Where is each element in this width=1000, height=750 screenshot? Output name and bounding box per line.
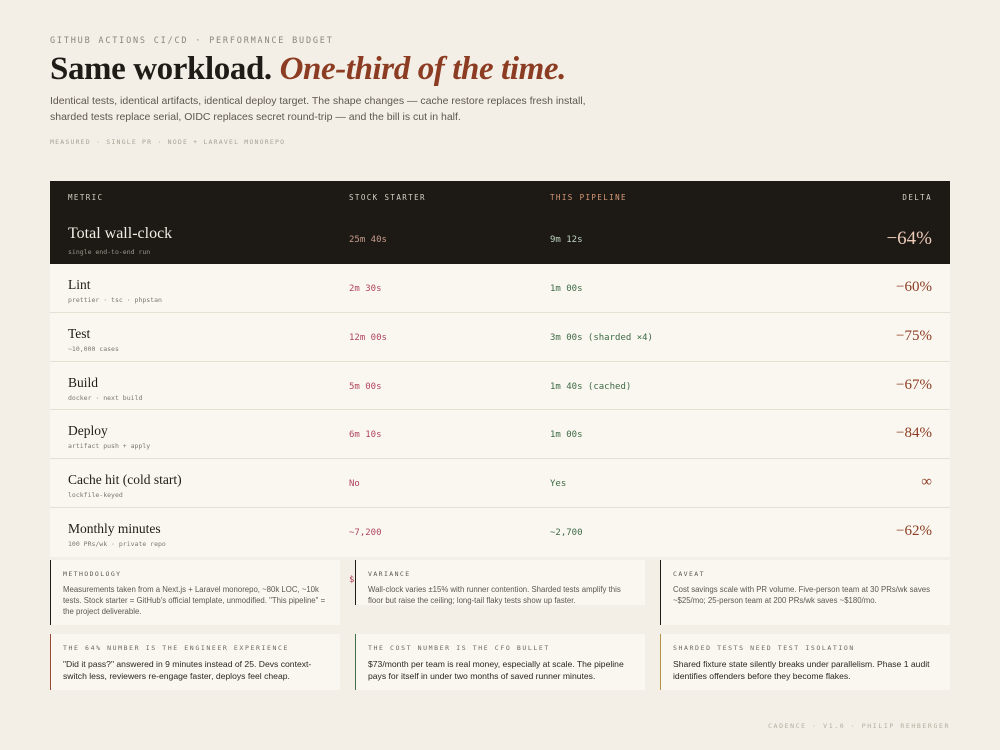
metric-sub: ~10,000 cases: [68, 344, 119, 353]
note-label: CAVEAT: [673, 570, 705, 578]
delta-value: −62%: [896, 522, 932, 539]
callout-test-isolation: SHARDED TESTS NEED TEST ISOLATION Shared…: [660, 634, 950, 690]
stock-value: 12m 00s: [349, 332, 387, 343]
pipeline-value: 1m 00s: [550, 284, 583, 294]
callout-label: SHARDED TESTS NEED TEST ISOLATION: [673, 644, 855, 652]
note-body: Measurements taken from a Next.js + Lara…: [63, 585, 326, 617]
stock-value: 6m 10s: [349, 430, 382, 441]
page-subtitle: Identical tests, identical artifacts, id…: [50, 95, 586, 123]
note-label: VARIANCE: [368, 570, 411, 578]
page-title: Same workload. One-third of the time.: [50, 51, 566, 88]
header-stock: STOCK STARTER: [349, 193, 426, 202]
metric-name: Total wall-clock: [68, 225, 173, 242]
callout-body: "Did it pass?" answered in 9 minutes ins…: [63, 659, 312, 681]
pipeline-value: 1m 00s: [550, 430, 583, 441]
note-label: METHODOLOGY: [63, 570, 122, 578]
stock-value: 5m 00s: [349, 381, 382, 392]
stock-value: No: [349, 479, 360, 490]
table-row: Cache hit (cold start) lockfile-keyed No…: [50, 459, 950, 508]
metric-name: Monthly minutes: [68, 520, 161, 536]
stock-value: 2m 30s: [349, 284, 382, 294]
table-row: Build docker · next build 5m 00s 1m 40s …: [50, 361, 950, 411]
table-row-total: Total wall-clock single end-to-end run 2…: [50, 214, 950, 264]
title-accent: One-third of the time.: [279, 51, 567, 87]
header-metric: METRIC: [68, 193, 104, 202]
note-caveat: CAVEAT Cost savings scale with PR volume…: [660, 560, 950, 625]
metric-sub: docker · next build: [68, 393, 143, 402]
note-variance: VARIANCE Wall-clock varies ±15% with run…: [355, 560, 645, 605]
note-body: Wall-clock varies ±15% with runner conte…: [368, 585, 621, 606]
title-main: Same workload.: [50, 51, 280, 87]
stock-value: ~7,200: [349, 527, 382, 538]
pipeline-value: 9m 12s: [550, 235, 583, 245]
callout-label: THE COST NUMBER IS THE CFO BULLET: [368, 644, 550, 652]
comparison-table: METRIC STOCK STARTER THIS PIPELINE DELTA…: [50, 181, 950, 557]
metric-name: Lint: [68, 277, 91, 292]
page-eyebrow: GITHUB ACTIONS CI/CD · PERFORMANCE BUDGE…: [50, 36, 334, 46]
metric-name: Cache hit (cold start): [68, 472, 182, 488]
delta-value: −64%: [886, 228, 932, 249]
metric-sub: 100 PRs/wk · private repo: [68, 539, 166, 548]
table-row: Lint prettier · tsc · phpstan 2m 30s 1m …: [50, 264, 950, 313]
note-body: Cost savings scale with PR volume. Five-…: [673, 585, 930, 606]
table-row: Monthly minutes 100 PRs/wk · private rep…: [50, 507, 950, 557]
metric-sub: artifact push + apply: [68, 442, 151, 451]
metric-sub: single end-to-end run: [68, 248, 151, 256]
measured-note: MEASURED · SINGLE PR · NODE + LARAVEL MO…: [50, 138, 286, 146]
callout-label: THE 64% NUMBER IS THE ENGINEER EXPERIENC…: [63, 644, 290, 652]
footer-credit: CADENCE · V1.0 · PHILIP REHBERGER: [768, 722, 950, 730]
callout-body: $73/month per team is real money, especi…: [368, 659, 624, 681]
pipeline-value: Yes: [550, 479, 567, 490]
note-methodology: METHODOLOGY Measurements taken from a Ne…: [50, 560, 340, 625]
ghost-currency-mark: $: [349, 575, 355, 585]
pipeline-value: 3m 00s (sharded ×4): [550, 332, 653, 343]
delta-value: −84%: [896, 425, 932, 442]
table-row: Test ~10,000 cases 12m 00s 3m 00s (shard…: [50, 312, 950, 362]
callout-cfo-bullet: THE COST NUMBER IS THE CFO BULLET $73/mo…: [355, 634, 645, 690]
callout-body: Shared fixture state silently breaks und…: [673, 659, 930, 681]
metric-sub: lockfile-keyed: [68, 491, 123, 500]
pipeline-value: 1m 40s (cached): [550, 381, 632, 392]
delta-value: −60%: [896, 279, 932, 295]
delta-value: ∞: [921, 474, 932, 491]
metric-name: Build: [68, 374, 99, 390]
pipeline-value: ~2,700: [550, 527, 583, 538]
stock-value: 25m 40s: [349, 235, 387, 245]
metric-name: Test: [68, 325, 91, 341]
table-row: Deploy artifact push + apply 6m 10s 1m 0…: [50, 410, 950, 460]
metric-sub: prettier · tsc · phpstan: [68, 296, 162, 304]
header-pipeline: THIS PIPELINE: [550, 193, 627, 202]
callout-engineer-experience: THE 64% NUMBER IS THE ENGINEER EXPERIENC…: [50, 634, 340, 690]
header-delta: DELTA: [902, 193, 932, 202]
table-header: METRIC STOCK STARTER THIS PIPELINE DELTA: [50, 181, 950, 214]
delta-value: −67%: [896, 376, 932, 393]
delta-value: −75%: [896, 327, 932, 344]
metric-name: Deploy: [68, 423, 108, 439]
